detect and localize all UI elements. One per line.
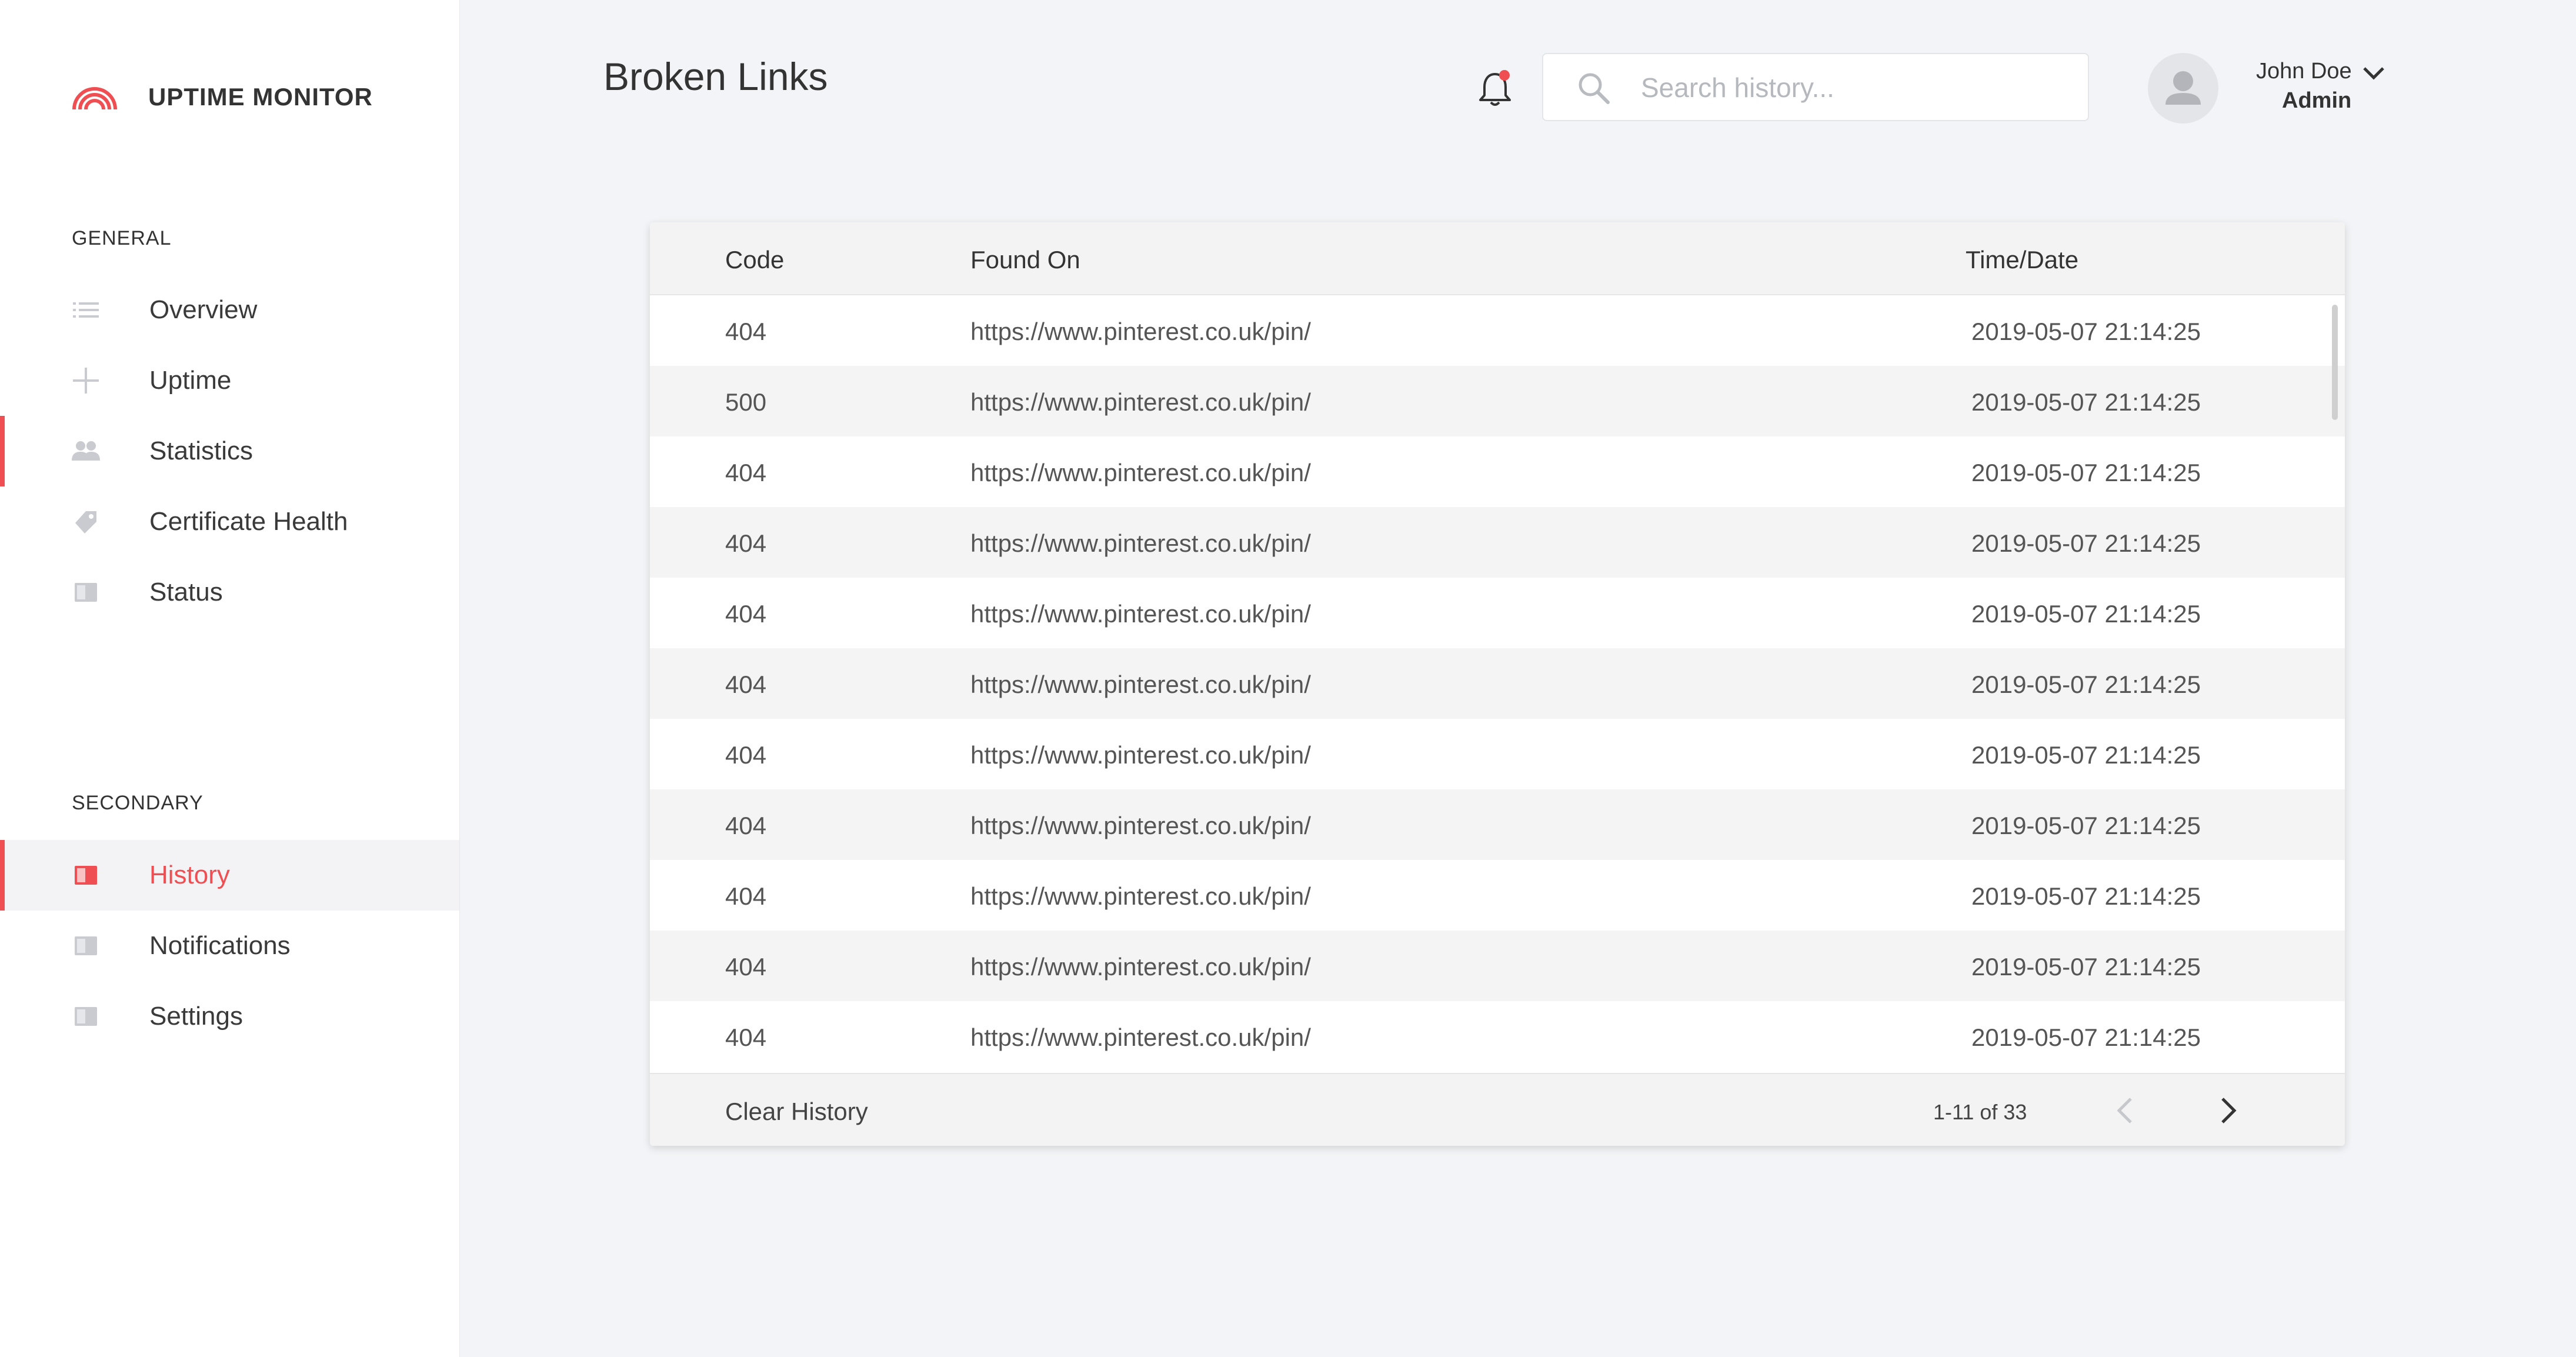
url-cell[interactable]: https://www.pinterest.co.uk/pin/ <box>970 741 1311 769</box>
table-row[interactable]: 404 https://www.pinterest.co.uk/pin/ 201… <box>650 578 2345 648</box>
table-row[interactable]: 404 https://www.pinterest.co.uk/pin/ 201… <box>650 719 2345 789</box>
user-name[interactable]: John Doe <box>2256 59 2352 84</box>
user-role: Admin <box>2282 88 2352 113</box>
time-cell: 2019-05-07 21:14:25 <box>1971 318 2201 345</box>
table-row[interactable]: 404 https://www.pinterest.co.uk/pin/ 201… <box>650 860 2345 931</box>
sidebar-item-overview[interactable]: Overview <box>0 275 459 345</box>
page-title: Broken Links <box>603 55 828 98</box>
column-header-found-on[interactable]: Found On <box>970 246 1080 274</box>
book-icon <box>72 861 100 889</box>
code-cell: 404 <box>725 318 767 345</box>
table-row[interactable]: 404 https://www.pinterest.co.uk/pin/ 201… <box>650 436 2345 507</box>
url-cell[interactable]: https://www.pinterest.co.uk/pin/ <box>970 529 1311 558</box>
sidebar: UPTIME MONITOR GENERAL Overview Uptime S… <box>0 0 460 1357</box>
code-cell: 404 <box>725 671 767 698</box>
table-row[interactable]: 404 https://www.pinterest.co.uk/pin/ 201… <box>650 931 2345 1001</box>
time-cell: 2019-05-07 21:14:25 <box>1971 741 2201 769</box>
url-cell[interactable]: https://www.pinterest.co.uk/pin/ <box>970 318 1311 346</box>
book-icon <box>72 932 100 960</box>
code-cell: 404 <box>725 1023 767 1051</box>
sidebar-item-label: Certificate Health <box>149 507 348 536</box>
code-cell: 404 <box>725 953 767 981</box>
table-footer: Clear History 1-11 of 33 <box>650 1073 2345 1146</box>
sidebar-item-label: History <box>149 861 230 889</box>
time-cell: 2019-05-07 21:14:25 <box>1971 388 2201 416</box>
search-box[interactable] <box>1542 53 2089 121</box>
time-cell: 2019-05-07 21:14:25 <box>1971 671 2201 698</box>
plus-icon <box>72 366 100 395</box>
table-body: 404 https://www.pinterest.co.uk/pin/ 201… <box>650 295 2345 1072</box>
brand[interactable]: UPTIME MONITOR <box>71 82 373 112</box>
time-cell: 2019-05-07 21:14:25 <box>1971 882 2201 910</box>
chevron-down-icon[interactable] <box>2362 65 2385 81</box>
chevron-left-icon[interactable] <box>2113 1095 2137 1126</box>
search-input[interactable] <box>1640 66 2066 109</box>
sidebar-item-label: Uptime <box>149 366 232 395</box>
url-cell[interactable]: https://www.pinterest.co.uk/pin/ <box>970 459 1311 487</box>
table-row[interactable]: 404 https://www.pinterest.co.uk/pin/ 201… <box>650 789 2345 860</box>
code-cell: 404 <box>725 741 767 769</box>
nav-indicator <box>0 840 5 911</box>
sidebar-item-status[interactable]: Status <box>0 557 459 628</box>
url-cell[interactable]: https://www.pinterest.co.uk/pin/ <box>970 600 1311 628</box>
table-header: Code Found On Time/Date <box>650 222 2345 295</box>
table-scrollbar[interactable] <box>2332 305 2338 420</box>
code-cell: 404 <box>725 459 767 486</box>
secondary-section-title: SECONDARY <box>72 792 203 814</box>
avatar[interactable] <box>2148 53 2218 124</box>
time-cell: 2019-05-07 21:14:25 <box>1971 600 2201 628</box>
sidebar-item-uptime[interactable]: Uptime <box>0 345 459 416</box>
table-row[interactable]: 404 https://www.pinterest.co.uk/pin/ 201… <box>650 507 2345 578</box>
column-header-code[interactable]: Code <box>725 246 784 274</box>
table-row[interactable]: 404 https://www.pinterest.co.uk/pin/ 201… <box>650 1001 2345 1072</box>
notifications-bell-icon[interactable] <box>1477 69 1513 108</box>
code-cell: 404 <box>725 600 767 628</box>
users-icon <box>72 437 100 465</box>
pagination-info: 1-11 of 33 <box>1933 1100 2027 1124</box>
url-cell[interactable]: https://www.pinterest.co.uk/pin/ <box>970 953 1311 981</box>
table-row[interactable]: 500 https://www.pinterest.co.uk/pin/ 201… <box>650 366 2345 436</box>
sidebar-item-label: Notifications <box>149 931 291 960</box>
sidebar-item-certificate-health[interactable]: Certificate Health <box>0 486 459 557</box>
search-icon <box>1579 73 1610 104</box>
sidebar-item-label: Statistics <box>149 436 253 465</box>
time-cell: 2019-05-07 21:14:25 <box>1971 953 2201 981</box>
code-cell: 404 <box>725 882 767 910</box>
time-cell: 2019-05-07 21:14:25 <box>1971 1023 2201 1051</box>
broken-links-table: Code Found On Time/Date 404 https://www.… <box>650 222 2345 1146</box>
sidebar-item-label: Settings <box>149 1002 243 1031</box>
sidebar-item-history[interactable]: History <box>0 840 459 911</box>
url-cell[interactable]: https://www.pinterest.co.uk/pin/ <box>970 1023 1311 1052</box>
clear-history-button[interactable]: Clear History <box>725 1098 868 1126</box>
sidebar-item-notifications[interactable]: Notifications <box>0 911 459 981</box>
url-cell[interactable]: https://www.pinterest.co.uk/pin/ <box>970 882 1311 911</box>
table-row[interactable]: 404 https://www.pinterest.co.uk/pin/ 201… <box>650 648 2345 719</box>
list-icon <box>72 296 100 324</box>
column-header-time-date[interactable]: Time/Date <box>1966 246 2078 274</box>
book-icon <box>72 1002 100 1031</box>
general-section-title: GENERAL <box>72 227 172 249</box>
sidebar-item-settings[interactable]: Settings <box>0 981 459 1052</box>
sidebar-item-label: Overview <box>149 295 258 324</box>
sidebar-item-statistics[interactable]: Statistics <box>0 416 459 486</box>
chevron-right-icon[interactable] <box>2217 1095 2240 1126</box>
logo-icon <box>72 87 117 110</box>
code-cell: 500 <box>725 388 767 416</box>
time-cell: 2019-05-07 21:14:25 <box>1971 459 2201 486</box>
url-cell[interactable]: https://www.pinterest.co.uk/pin/ <box>970 671 1311 699</box>
code-cell: 404 <box>725 812 767 839</box>
tag-icon <box>72 508 100 536</box>
sidebar-item-label: Status <box>149 578 223 606</box>
time-cell: 2019-05-07 21:14:25 <box>1971 812 2201 839</box>
url-cell[interactable]: https://www.pinterest.co.uk/pin/ <box>970 388 1311 416</box>
table-row[interactable]: 404 https://www.pinterest.co.uk/pin/ 201… <box>650 295 2345 366</box>
code-cell: 404 <box>725 529 767 557</box>
time-cell: 2019-05-07 21:14:25 <box>1971 529 2201 557</box>
url-cell[interactable]: https://www.pinterest.co.uk/pin/ <box>970 812 1311 840</box>
app-name: UPTIME MONITOR <box>148 83 373 111</box>
book-icon <box>72 578 100 606</box>
